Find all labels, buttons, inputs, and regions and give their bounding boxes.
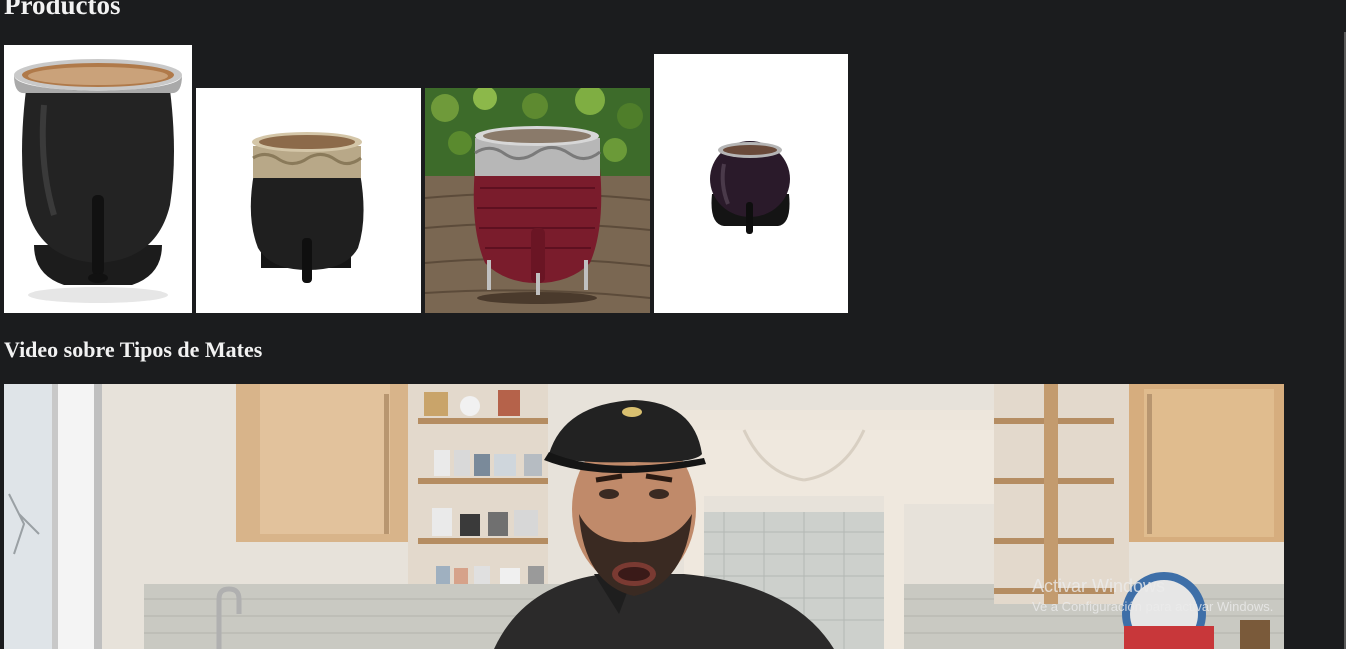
product-image-4[interactable]: [654, 54, 848, 313]
video-frame: [4, 384, 1284, 649]
mate-image: [4, 45, 192, 313]
page-title: Productos: [4, 0, 121, 20]
product-image-1[interactable]: [4, 45, 192, 313]
mate-image: [654, 54, 848, 313]
video-player[interactable]: [4, 384, 1284, 649]
product-image-2[interactable]: [196, 88, 421, 313]
video-section-title: Video sobre Tipos de Mates: [4, 337, 263, 362]
product-image-3[interactable]: [425, 88, 650, 313]
page: Productos Video sobre Tipos de Mates Act…: [0, 0, 1346, 649]
mate-image: [425, 88, 650, 313]
mate-image: [196, 88, 421, 313]
